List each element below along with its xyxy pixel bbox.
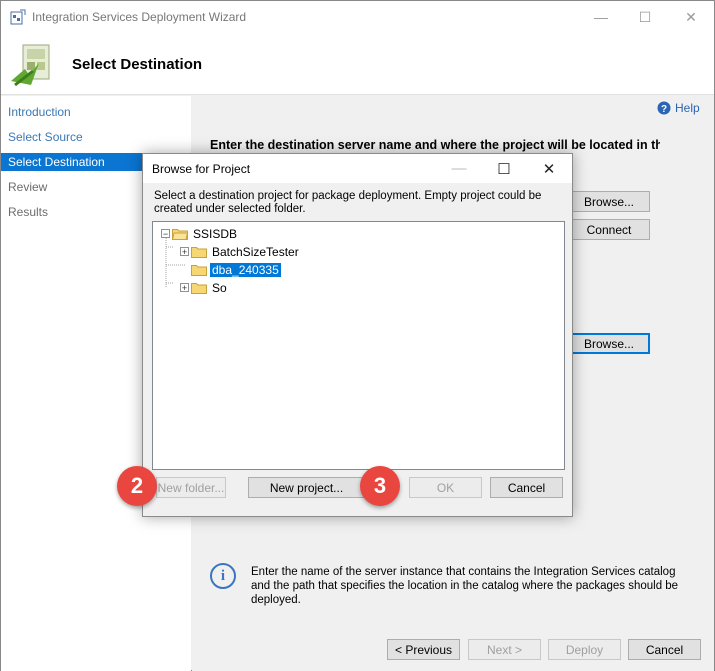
dialog-close-button[interactable]: ✕ xyxy=(528,154,570,183)
close-button[interactable]: ✕ xyxy=(668,1,714,33)
new-project-button[interactable]: New project... xyxy=(248,477,365,498)
dialog-minimize-button: — xyxy=(451,160,467,177)
dialog-title: Browse for Project xyxy=(152,162,251,176)
cancel-button[interactable]: Cancel xyxy=(628,639,701,660)
folder-icon xyxy=(191,264,207,276)
browse-path-button[interactable]: Browse... xyxy=(568,333,650,354)
connect-button[interactable]: Connect xyxy=(568,219,650,240)
sidebar-item-introduction[interactable]: Introduction xyxy=(8,103,191,121)
help-icon: ? xyxy=(657,101,671,115)
browse-server-button[interactable]: Browse... xyxy=(568,191,650,212)
help-link[interactable]: ? Help xyxy=(657,101,700,115)
next-button: Next > xyxy=(468,639,541,660)
window-title: Integration Services Deployment Wizard xyxy=(32,10,247,24)
tree-lines xyxy=(165,238,185,288)
help-label: Help xyxy=(675,101,700,115)
new-folder-button: New folder... xyxy=(156,477,226,498)
instruction-text: Enter the destination server name and wh… xyxy=(210,138,660,152)
info-text: Enter the name of the server instance th… xyxy=(251,566,679,606)
tree-node-dba-240335[interactable]: dba_240335 xyxy=(191,261,281,278)
tree-label: BatchSizeTester xyxy=(212,244,299,259)
tree-label: So xyxy=(212,280,227,295)
minimize-button[interactable]: — xyxy=(578,1,624,33)
info-icon: i xyxy=(210,563,236,589)
svg-text:?: ? xyxy=(661,104,667,115)
wizard-graphic-icon xyxy=(11,44,50,87)
previous-button[interactable]: < Previous xyxy=(387,639,460,660)
folder-icon xyxy=(191,246,207,258)
browse-for-project-dialog: Browse for Project — ☐ ✕ Select a destin… xyxy=(142,153,573,517)
dialog-title-bar[interactable]: Browse for Project — ☐ ✕ xyxy=(143,154,572,183)
folder-icon xyxy=(191,282,207,294)
tree-label-selected: dba_240335 xyxy=(210,262,281,277)
tree-node-batchsizetester[interactable]: + BatchSizeTester xyxy=(180,243,301,260)
project-tree[interactable]: − SSISDB + BatchSizeTester dba_240335 + xyxy=(152,221,565,470)
dialog-description: Select a destination project for package… xyxy=(154,190,542,215)
annotation-badge-2: 2 xyxy=(117,466,157,506)
dialog-cancel-button[interactable]: Cancel xyxy=(490,477,563,498)
sidebar-item-select-source[interactable]: Select Source xyxy=(8,128,191,146)
tree-label: SSISDB xyxy=(193,226,238,241)
dialog-maximize-button[interactable]: ☐ xyxy=(483,154,525,183)
title-bar[interactable]: Integration Services Deployment Wizard —… xyxy=(1,1,714,33)
app-icon xyxy=(10,9,26,25)
deploy-button: Deploy xyxy=(548,639,621,660)
annotation-badge-3: 3 xyxy=(360,466,400,506)
tree-node-so[interactable]: + So xyxy=(180,279,229,296)
maximize-button[interactable]: ☐ xyxy=(622,1,668,33)
page-title: Select Destination xyxy=(72,56,203,73)
ok-button: OK xyxy=(409,477,482,498)
